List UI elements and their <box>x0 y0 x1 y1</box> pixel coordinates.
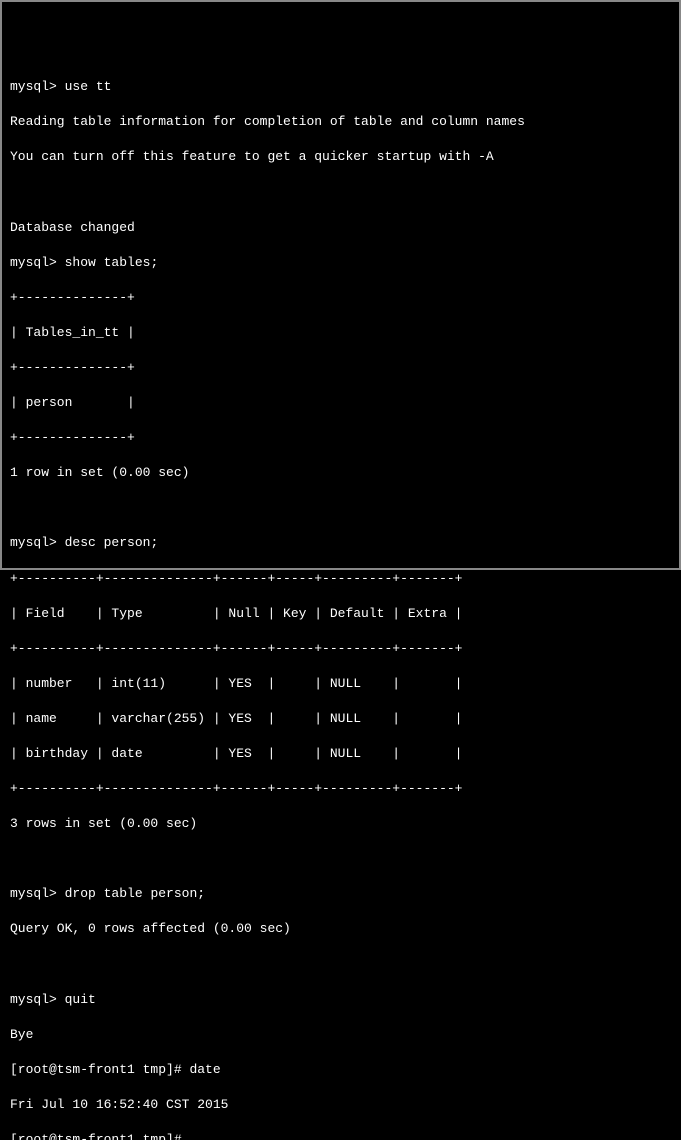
shell-prompt: [root@tsm-front1 tmp]# <box>10 1132 182 1140</box>
cmd-quit: quit <box>65 992 96 1007</box>
quit-msg: Bye <box>10 1026 671 1044</box>
mysql-prompt: mysql> <box>10 535 57 550</box>
mysql-prompt: mysql> <box>10 79 57 94</box>
mysql-show-tables-line[interactable]: mysql> show tables; <box>10 254 671 272</box>
shell-date-line[interactable]: [root@tsm-front1 tmp]# date <box>10 1061 671 1079</box>
mysql-prompt: mysql> <box>10 255 57 270</box>
mysql-quit-line[interactable]: mysql> quit <box>10 991 671 1009</box>
blank <box>10 956 671 974</box>
tables-border-bot: +--------------+ <box>10 429 671 447</box>
mysql-drop-line[interactable]: mysql> drop table person; <box>10 885 671 903</box>
cmd-show-tables: show tables; <box>65 255 159 270</box>
cmd-date: date <box>189 1062 220 1077</box>
desc-border-top: +----------+--------------+------+-----+… <box>10 570 671 588</box>
cmd-use: use tt <box>65 79 112 94</box>
shell-prompt: [root@tsm-front1 tmp]# <box>10 1062 182 1077</box>
use-output-1: Reading table information for completion… <box>10 113 671 131</box>
tables-footer: 1 row in set (0.00 sec) <box>10 464 671 482</box>
mysql-prompt: mysql> <box>10 886 57 901</box>
drop-result: Query OK, 0 rows affected (0.00 sec) <box>10 920 671 938</box>
blank <box>10 850 671 868</box>
desc-footer: 3 rows in set (0.00 sec) <box>10 815 671 833</box>
mysql-use-line[interactable]: mysql> use tt <box>10 78 671 96</box>
mysql-prompt: mysql> <box>10 992 57 1007</box>
desc-border-bot: +----------+--------------+------+-----+… <box>10 780 671 798</box>
date-output: Fri Jul 10 16:52:40 CST 2015 <box>10 1096 671 1114</box>
desc-row-3: | birthday | date | YES | | NULL | | <box>10 745 671 763</box>
desc-row-2: | name | varchar(255) | YES | | NULL | | <box>10 710 671 728</box>
blank <box>10 499 671 517</box>
tables-border-top: +--------------+ <box>10 289 671 307</box>
tables-row-1: | person | <box>10 394 671 412</box>
tables-border-mid: +--------------+ <box>10 359 671 377</box>
mysql-desc-line[interactable]: mysql> desc person; <box>10 534 671 552</box>
use-output-2: You can turn off this feature to get a q… <box>10 148 671 166</box>
desc-header: | Field | Type | Null | Key | Default | … <box>10 605 671 623</box>
cmd-drop: drop table person; <box>65 886 205 901</box>
cmd-desc: desc person; <box>65 535 159 550</box>
desc-border-mid: +----------+--------------+------+-----+… <box>10 640 671 658</box>
shell-prompt-idle[interactable]: [root@tsm-front1 tmp]# <box>10 1131 671 1140</box>
blank <box>10 183 671 201</box>
tables-header: | Tables_in_tt | <box>10 324 671 342</box>
db-changed: Database changed <box>10 219 671 237</box>
desc-row-1: | number | int(11) | YES | | NULL | | <box>10 675 671 693</box>
